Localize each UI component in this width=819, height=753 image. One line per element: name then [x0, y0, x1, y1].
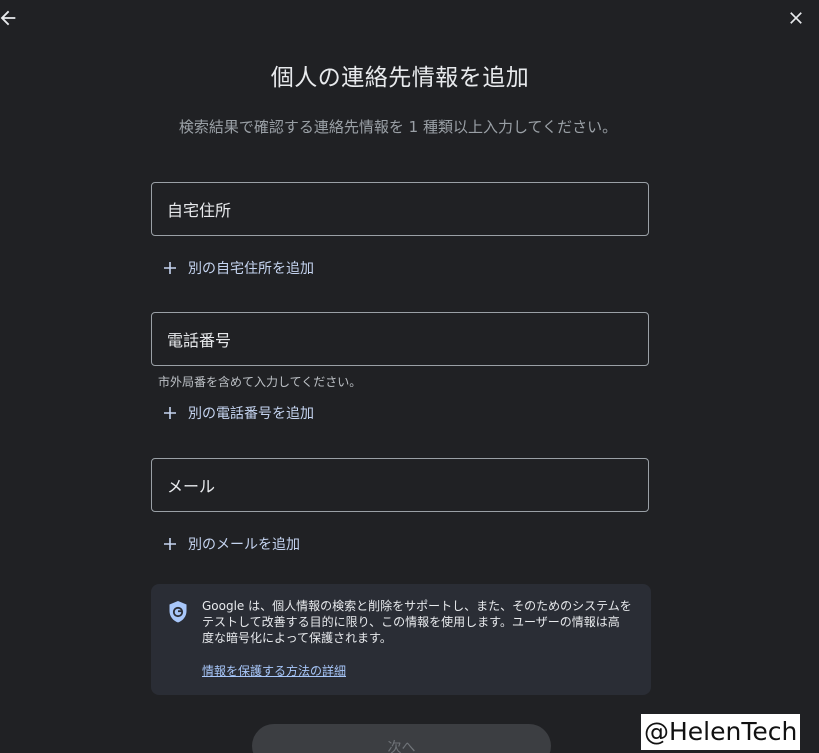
privacy-info-box: Google は、個人情報の検索と削除をサポートし、また、そのためのシステムを … — [151, 584, 651, 695]
add-phone-number-button[interactable]: 別の電話番号を追加 — [162, 401, 314, 425]
privacy-info-text: Google は、個人情報の検索と削除をサポートし、また、そのためのシステムを … — [202, 598, 638, 646]
page-title: 個人の連絡先情報を追加 — [270, 65, 530, 91]
add-email-button[interactable]: 別のメールを追加 — [162, 532, 300, 556]
home-address-label: 自宅住所 — [167, 201, 232, 220]
home-address-field[interactable]: 自宅住所 — [151, 182, 649, 236]
email-field[interactable]: メール — [151, 458, 649, 512]
phone-helper-text: 市外局番を含めて入力してください。 — [158, 375, 362, 389]
phone-number-label: 電話番号 — [167, 331, 232, 350]
add-email-label: 別のメールを追加 — [188, 537, 300, 553]
next-button[interactable]: 次へ — [252, 724, 551, 753]
plus-icon — [162, 536, 178, 552]
close-button[interactable] — [783, 5, 809, 31]
phone-number-field[interactable]: 電話番号 — [151, 312, 649, 366]
contact-info-dialog: 個人の連絡先情報を追加 検索結果で確認する連絡先情報を 1 種類以上入力してくだ… — [0, 0, 819, 753]
plus-icon — [162, 260, 178, 276]
close-icon — [790, 12, 802, 24]
add-home-address-button[interactable]: 別の自宅住所を追加 — [162, 256, 314, 280]
email-label: メール — [167, 477, 216, 496]
back-button[interactable] — [0, 4, 22, 32]
plus-icon — [162, 405, 178, 421]
arrow-left-icon — [0, 10, 16, 26]
privacy-info-line: テストして改善する目的に限り、この情報を使用します。ユーザーの情報は高 — [202, 615, 620, 629]
privacy-info-line: 度な暗号化によって保護されます。 — [202, 631, 392, 645]
watermark: @HelenTech — [641, 714, 801, 750]
add-phone-number-label: 別の電話番号を追加 — [188, 406, 314, 422]
learn-more-link[interactable]: 情報を保護する方法の詳細 — [202, 662, 346, 679]
add-home-address-label: 別の自宅住所を追加 — [188, 261, 314, 277]
google-shield-icon — [169, 601, 187, 623]
page-subtitle: 検索結果で確認する連絡先情報を 1 種類以上入力してください。 — [178, 118, 618, 136]
privacy-info-line: Google は、個人情報の検索と削除をサポートし、また、そのためのシステムを — [202, 599, 632, 613]
